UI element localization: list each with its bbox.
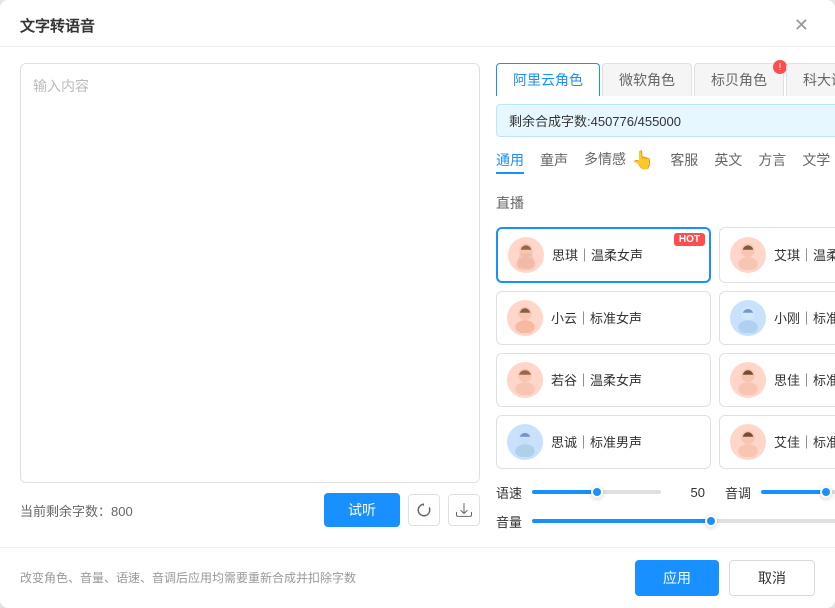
voice-avatar-ruogu <box>507 362 543 398</box>
tab-biaobei[interactable]: 标贝角色 ! <box>694 63 784 96</box>
cancel-button[interactable]: 取消 <box>729 560 815 596</box>
voice-avatar-aijia <box>730 424 766 460</box>
cat-emotion[interactable]: 多情感 👆 <box>584 147 654 175</box>
volume-slider[interactable] <box>532 519 835 523</box>
left-panel: 当前剩余字数：800 试听 <box>20 63 480 531</box>
voice-ruogu[interactable]: 若谷｜温柔女声 <box>496 353 711 407</box>
dialog-header: 文字转语音 ✕ <box>0 0 835 47</box>
volume-label: 音量 <box>496 512 524 531</box>
tab-keda[interactable]: 科大讯飞角色 <box>786 63 835 96</box>
footer-tip: 改变角色、音量、语速、音调后应用均需要重新合成并扣除字数 <box>20 569 356 586</box>
text-input[interactable] <box>20 63 480 483</box>
download-icon <box>456 502 472 518</box>
apply-button[interactable]: 应用 <box>635 560 719 596</box>
biaobei-badge: ! <box>773 60 787 74</box>
voice-name-siqin: 思琪｜温柔女声 <box>552 245 643 264</box>
cursor-icon: 👆 <box>632 150 654 171</box>
voice-grid: 思琪｜温柔女声 HOT 艾琪｜温柔女声 HOT <box>496 227 835 469</box>
voice-avatar-aizhen <box>730 237 766 273</box>
dialog-body: 当前剩余字数：800 试听 <box>0 47 835 547</box>
quota-text: 剩余合成字数:450776/455000 <box>509 111 681 130</box>
voice-aizhen[interactable]: 艾琪｜温柔女声 HOT <box>719 227 835 283</box>
speed-label: 语速 <box>496 483 524 502</box>
left-footer: 当前剩余字数：800 试听 <box>20 493 480 527</box>
char-count: 当前剩余字数：800 <box>20 501 133 520</box>
reset-button[interactable] <box>408 494 440 526</box>
provider-tabs: 阿里云角色 微软角色 标贝角色 ! 科大讯飞角色 <box>496 63 835 96</box>
speed-slider[interactable] <box>532 490 661 494</box>
voice-avatar-xiaoyun <box>507 300 543 336</box>
voice-avatar-xiaogang <box>730 300 766 336</box>
voice-xiaoyun[interactable]: 小云｜标准女声 <box>496 291 711 345</box>
voice-sicheng[interactable]: 思诚｜标准男声 <box>496 415 711 469</box>
dialog-title: 文字转语音 <box>20 15 95 36</box>
voice-avatar-siqin <box>508 237 544 273</box>
speed-row: 语速 50 音调 50 <box>496 483 835 502</box>
speed-value: 50 <box>669 485 705 500</box>
cat-literary[interactable]: 文学 <box>802 148 830 174</box>
tts-dialog: 文字转语音 ✕ 当前剩余字数：800 试听 <box>0 0 835 608</box>
voice-avatar-sijia <box>730 362 766 398</box>
cat-live[interactable]: 直播 <box>496 191 524 217</box>
voice-name-xiaogang: 小刚｜标准男声 <box>774 308 835 327</box>
close-button[interactable]: ✕ <box>788 14 815 36</box>
voice-siqin[interactable]: 思琪｜温柔女声 HOT <box>496 227 711 283</box>
category-tabs: 通用 童声 多情感 👆 客服 英文 方言 文学 多语种 直播 <box>496 147 835 217</box>
cat-service[interactable]: 客服 <box>670 148 698 174</box>
voice-name-aijia: 艾佳｜标准女声 <box>774 432 835 451</box>
voice-name-aizhen: 艾琪｜温柔女声 <box>774 245 835 264</box>
cat-dialect[interactable]: 方言 <box>758 148 786 174</box>
pitch-slider[interactable] <box>761 490 835 494</box>
cat-english[interactable]: 英文 <box>714 148 742 174</box>
reset-icon <box>416 502 432 518</box>
voice-name-xiaoyun: 小云｜标准女声 <box>551 308 642 327</box>
voice-avatar-sicheng <box>507 424 543 460</box>
voice-name-sicheng: 思诚｜标准男声 <box>551 432 642 451</box>
hot-badge-siqin: HOT <box>674 233 705 246</box>
tab-microsoft[interactable]: 微软角色 <box>602 63 692 96</box>
voice-name-ruogu: 若谷｜温柔女声 <box>551 370 642 389</box>
left-actions: 试听 <box>324 493 480 527</box>
pitch-label: 音调 <box>725 483 753 502</box>
voice-aijia[interactable]: 艾佳｜标准女声 <box>719 415 835 469</box>
volume-row: 音量 50 <box>496 512 835 531</box>
cat-child[interactable]: 童声 <box>540 148 568 174</box>
download-button[interactable] <box>448 494 480 526</box>
voice-name-sijia: 思佳｜标准女声 <box>774 370 835 389</box>
cat-general[interactable]: 通用 <box>496 148 524 174</box>
tab-aliyun[interactable]: 阿里云角色 <box>496 63 600 96</box>
sliders-area: 语速 50 音调 50 音量 50 <box>496 483 835 531</box>
try-listen-button[interactable]: 试听 <box>324 493 400 527</box>
right-panel: 阿里云角色 微软角色 标贝角色 ! 科大讯飞角色 剩余合成字数:450776/4… <box>496 63 835 531</box>
voice-sijia[interactable]: 思佳｜标准女声 <box>719 353 835 407</box>
quota-bar: 剩余合成字数:450776/455000 购买增值包 <box>496 104 835 137</box>
voice-xiaogang[interactable]: 小刚｜标准男声 <box>719 291 835 345</box>
footer-actions: 应用 取消 <box>635 560 815 596</box>
dialog-footer: 改变角色、音量、语速、音调后应用均需要重新合成并扣除字数 应用 取消 <box>0 547 835 608</box>
